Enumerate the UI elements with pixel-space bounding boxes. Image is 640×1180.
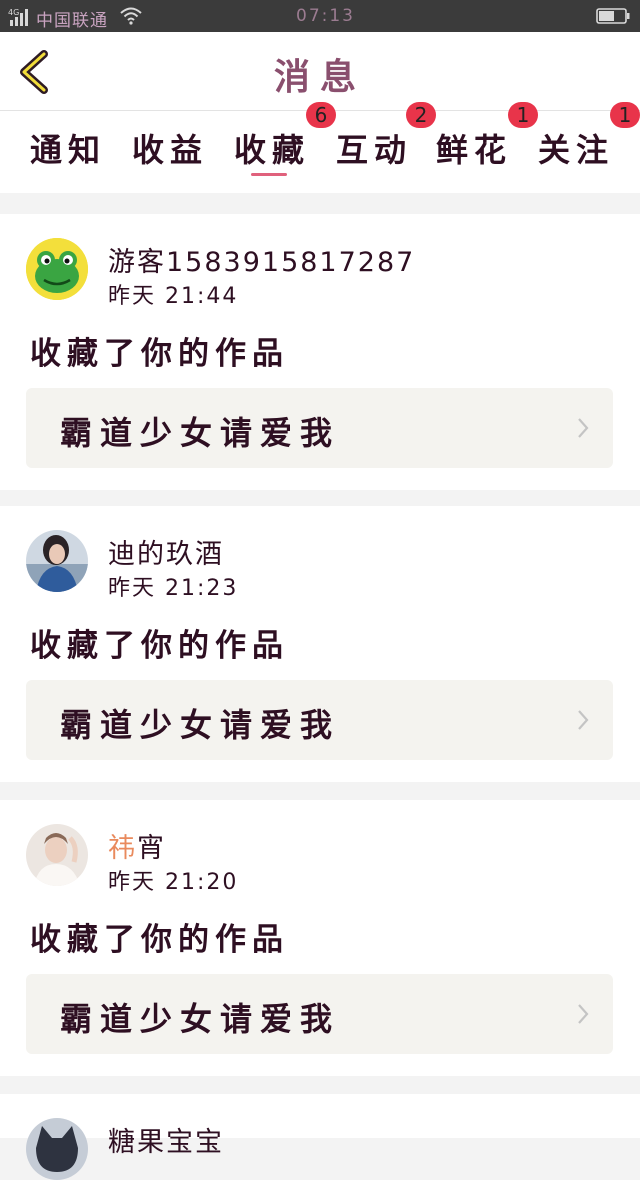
network-type: 4G: [8, 8, 19, 17]
tab-interactions[interactable]: 互动: [336, 125, 412, 171]
chevron-right-icon: [578, 1004, 589, 1024]
work-link[interactable]: 霸道少女请爱我: [26, 974, 613, 1054]
navigation-bar: 消息: [0, 32, 640, 111]
frog-avatar-icon: [26, 238, 88, 300]
status-bar: 4G 中国联通 07:13: [0, 0, 640, 32]
tab-earnings[interactable]: 收益: [132, 125, 208, 171]
work-title: 霸道少女请爱我: [60, 1000, 341, 1038]
carrier-name: 中国联通: [36, 11, 108, 31]
favorites-badge: 6: [306, 102, 336, 128]
avatar[interactable]: [26, 530, 88, 592]
user-name[interactable]: 游客1583915817287: [108, 240, 415, 279]
action-text: 收藏了你的作品: [30, 628, 289, 664]
message-time: 昨天 21:23: [108, 576, 239, 601]
user-name[interactable]: 糖果宝宝: [108, 1120, 224, 1159]
user-name[interactable]: 迪的玖酒: [108, 532, 224, 571]
chevron-right-icon: [578, 710, 589, 730]
active-tab-indicator: [251, 173, 287, 176]
user-photo-icon: [26, 530, 88, 592]
message-card: 游客1583915817287 昨天 21:44 收藏了你的作品 霸道少女请爱我: [0, 214, 640, 490]
flowers-badge: 1: [508, 102, 538, 128]
chevron-right-icon: [578, 418, 589, 438]
signal-icon: 4G: [8, 8, 28, 26]
user-name[interactable]: 祎宵: [108, 826, 166, 865]
battery-icon: [596, 8, 630, 24]
work-title: 霸道少女请爱我: [60, 706, 341, 744]
tab-favorites[interactable]: 收藏: [234, 125, 310, 171]
message-card: 祎宵 昨天 21:20 收藏了你的作品 霸道少女请爱我: [0, 800, 640, 1076]
user-photo-icon: [26, 824, 88, 886]
action-text: 收藏了你的作品: [30, 336, 289, 372]
message-card: 迪的玖酒 昨天 21:23 收藏了你的作品 霸道少女请爱我: [0, 506, 640, 782]
tab-flowers[interactable]: 鲜花: [436, 125, 512, 171]
clock: 07:13: [296, 6, 355, 26]
follows-badge: 1: [610, 102, 640, 128]
wifi-icon: [120, 7, 142, 25]
page-title: 消息: [273, 57, 366, 98]
avatar[interactable]: [26, 1118, 88, 1180]
cat-avatar-icon: [26, 1118, 88, 1180]
interactions-badge: 2: [406, 102, 436, 128]
tab-notifications[interactable]: 通知: [30, 125, 106, 171]
work-link[interactable]: 霸道少女请爱我: [26, 680, 613, 760]
tab-follows[interactable]: 关注: [538, 125, 614, 171]
action-text: 收藏了你的作品: [30, 922, 289, 958]
work-link[interactable]: 霸道少女请爱我: [26, 388, 613, 468]
avatar[interactable]: [26, 824, 88, 886]
message-time: 昨天 21:44: [108, 284, 239, 309]
avatar[interactable]: [26, 238, 88, 300]
work-title: 霸道少女请爱我: [60, 414, 341, 452]
message-card: 糖果宝宝: [0, 1094, 640, 1180]
message-time: 昨天 21:20: [108, 870, 239, 895]
